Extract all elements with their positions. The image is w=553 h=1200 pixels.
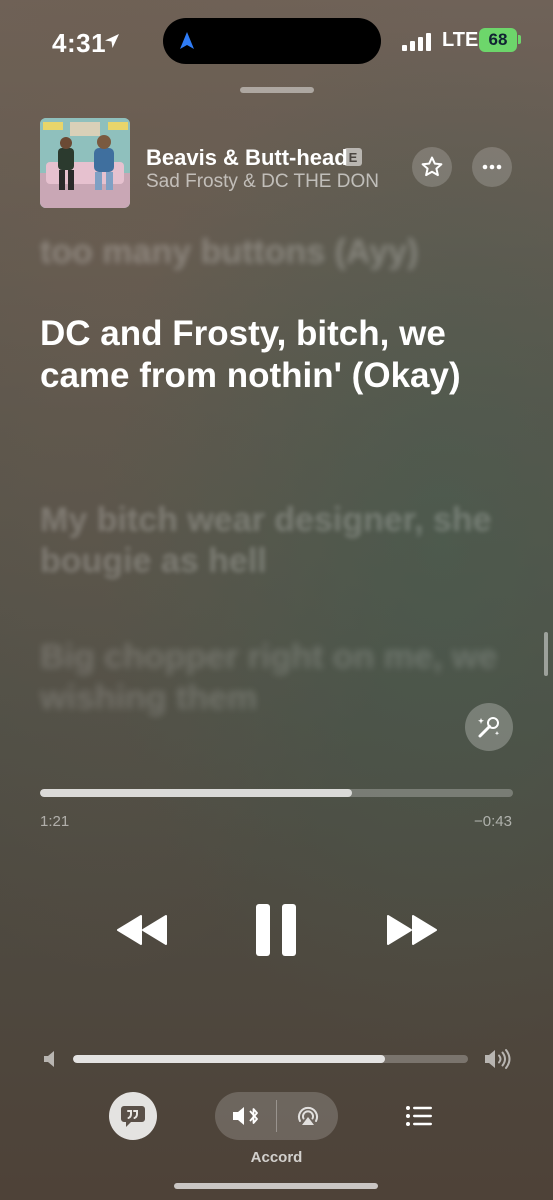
ellipsis-icon: [482, 164, 502, 170]
elapsed-time: 1:21: [40, 813, 70, 830]
explicit-badge: E: [344, 148, 362, 166]
lyric-line-current[interactable]: DC and Frosty, bitch, we came from nothi…: [40, 313, 520, 397]
audio-output-label: Accord: [250, 1149, 303, 1166]
sing-button[interactable]: [465, 703, 513, 751]
navigation-arrow-icon: [180, 32, 194, 49]
pause-button[interactable]: [256, 904, 296, 956]
album-artwork[interactable]: [40, 118, 130, 208]
dynamic-island[interactable]: [163, 18, 381, 64]
playback-progress-bar[interactable]: [40, 789, 513, 797]
lyric-line-next-2[interactable]: Big chopper right on me, we wishing them: [40, 637, 520, 720]
favorite-button[interactable]: [412, 147, 452, 187]
microphone-sparkle-icon: [478, 717, 500, 738]
volume-low-icon: [44, 1051, 54, 1067]
pause-icon-bar-right: [282, 904, 296, 956]
lyric-line-previous[interactable]: too many buttons (Ayy): [40, 232, 520, 273]
lyric-line-next[interactable]: My bitch wear designer, she bougie as he…: [40, 500, 520, 583]
star-icon: [421, 156, 443, 177]
volume-slider-fill: [73, 1055, 386, 1063]
audio-output-pill[interactable]: [215, 1092, 338, 1140]
queue-button[interactable]: [401, 1098, 437, 1134]
playback-progress-fill: [40, 789, 353, 797]
lyrics-scrollbar[interactable]: [544, 632, 548, 676]
airplay-button[interactable]: [277, 1092, 338, 1140]
volume-slider[interactable]: [73, 1055, 468, 1063]
network-type: LTE: [442, 29, 479, 51]
pause-icon-bar-left: [256, 904, 270, 956]
cellular-signal-icon: [402, 33, 434, 51]
home-indicator[interactable]: [174, 1183, 378, 1189]
lyrics-button[interactable]: [109, 1092, 157, 1140]
queue-list-icon: [406, 1106, 432, 1126]
track-title[interactable]: Beavis & Butt-head: [146, 145, 348, 171]
battery-indicator: 68: [479, 28, 517, 52]
fast-forward-icon[interactable]: [384, 912, 438, 948]
status-time: 4:31: [52, 28, 107, 58]
sheet-grabber[interactable]: [240, 87, 314, 93]
more-options-button[interactable]: [472, 147, 512, 187]
speaker-bluetooth-icon: [232, 1107, 258, 1125]
volume-high-icon: [485, 1049, 511, 1069]
battery-cap: [518, 35, 521, 44]
album-artwork-image: [40, 118, 130, 208]
location-arrow-icon: [105, 34, 119, 48]
bluetooth-speaker-button[interactable]: [215, 1092, 276, 1140]
track-artist[interactable]: Sad Frosty & DC THE DON: [146, 171, 379, 193]
rewind-icon[interactable]: [116, 912, 170, 948]
remaining-time: −0:43: [474, 813, 512, 830]
lyrics-quote-icon: [121, 1106, 145, 1127]
airplay-audio-icon: [297, 1106, 318, 1125]
